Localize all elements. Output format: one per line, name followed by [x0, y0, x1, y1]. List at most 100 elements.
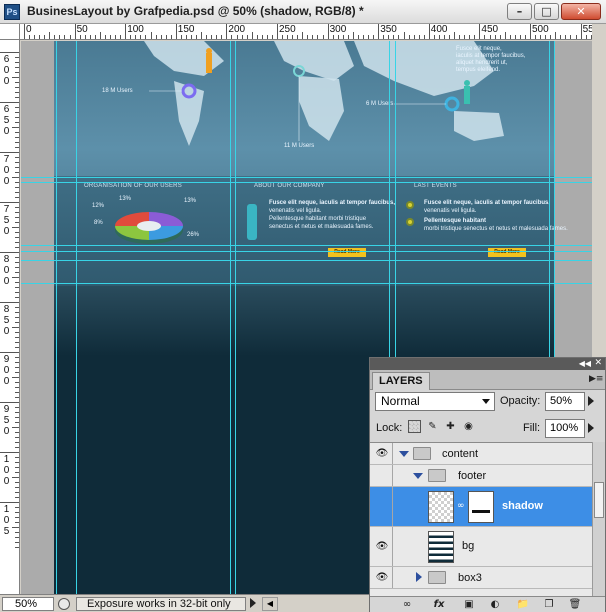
opacity-slider-arrow-icon[interactable]: [588, 396, 594, 406]
lock-label: Lock:: [376, 422, 403, 434]
status-info-icon[interactable]: [58, 598, 70, 610]
ruler-tick-label: 450: [481, 24, 499, 35]
vertical-ruler[interactable]: 6 0 0 6 5 0 7 0 0 7 5 0 8 0 0 8 5 0 9 0 0 9 5 0…: [0, 40, 20, 594]
minimize-button[interactable]: –: [507, 3, 532, 20]
guide-vertical[interactable]: [230, 41, 231, 594]
lock-position-icon[interactable]: ✚: [444, 420, 457, 433]
chart-percent-label: 26%: [187, 232, 200, 238]
ruler-minor-tick: [418, 35, 420, 39]
link-chain-icon[interactable]: ∞: [457, 501, 465, 511]
guide-vertical[interactable]: [235, 41, 236, 594]
ruler-minor-tick: [15, 62, 19, 63]
visibility-column[interactable]: [370, 487, 393, 526]
document-title: BusinesLayout by Grafpedia.psd @ 50% (sh…: [27, 4, 364, 18]
fx-icon[interactable]: fx: [432, 599, 446, 611]
guide-vertical[interactable]: [76, 41, 77, 594]
adjustment-icon[interactable]: ◐: [488, 599, 502, 611]
ruler-minor-tick: [216, 35, 218, 39]
expand-arrow-icon[interactable]: [413, 473, 423, 479]
chevron-down-icon: [482, 399, 490, 404]
ruler-minor-tick: [12, 327, 19, 328]
ruler-minor-tick: [15, 57, 19, 58]
ruler-minor-tick: [34, 35, 36, 39]
ruler-minor-tick: [464, 35, 466, 39]
panel-header-strip[interactable]: ◀◀ ✕: [370, 358, 605, 370]
zoom-field[interactable]: 50%: [2, 597, 54, 611]
blend-mode-select[interactable]: Normal: [375, 392, 495, 411]
ruler-minor-tick: [15, 217, 19, 218]
fill-input[interactable]: 100%: [545, 419, 585, 438]
section-heading: ORGANISATION OF OUR USERS: [84, 183, 182, 189]
trash-icon[interactable]: 🗑: [568, 599, 582, 611]
ruler-minor-tick: [12, 477, 19, 478]
ruler-minor-tick: [15, 172, 19, 173]
mask-icon[interactable]: ▣: [462, 599, 476, 611]
ruler-tick-label: 550: [582, 24, 592, 35]
lock-transparent-pixels-icon[interactable]: [408, 420, 421, 433]
guide-horizontal[interactable]: [21, 283, 592, 284]
new-layer-icon[interactable]: ❐: [542, 599, 556, 611]
ruler-minor-tick: [292, 35, 294, 39]
lock-all-icon[interactable]: ◉: [462, 420, 475, 433]
ruler-minor-tick: [15, 237, 19, 238]
ruler-minor-tick: [15, 462, 19, 463]
ruler-minor-tick: [15, 312, 19, 313]
ruler-minor-tick: [459, 35, 461, 39]
ruler-minor-tick: [15, 397, 19, 398]
eye-icon[interactable]: 👁: [374, 448, 390, 460]
visibility-column[interactable]: [370, 465, 393, 486]
ruler-tick-label: 200: [228, 24, 246, 35]
link-icon[interactable]: ∞: [400, 599, 414, 611]
expand-arrow-icon[interactable]: [399, 451, 409, 457]
read-more-button: Read More: [488, 248, 526, 257]
close-panel-icon[interactable]: ✕: [594, 358, 602, 368]
tab-layers[interactable]: LAYERS: [372, 372, 430, 390]
status-menu-arrow-icon[interactable]: [250, 598, 256, 608]
layer-mask-thumbnail[interactable]: [468, 491, 494, 523]
ruler-minor-tick: [373, 35, 375, 39]
lock-image-pixels-icon[interactable]: ✎: [426, 420, 439, 433]
horizontal-ruler[interactable]: 0 50 100 150 200 250 300 350 400 450 500 550: [20, 24, 592, 40]
scroll-left-button[interactable]: ◀: [262, 597, 278, 611]
maximize-button[interactable]: □: [534, 3, 559, 20]
ruler-minor-tick: [535, 35, 537, 39]
ruler-minor-tick: [540, 35, 542, 39]
opacity-input[interactable]: 50%: [545, 392, 585, 411]
guide-vertical[interactable]: [56, 41, 57, 594]
ruler-tick-label: 300: [329, 24, 347, 35]
close-button[interactable]: ✕: [561, 3, 601, 20]
layer-row[interactable]: 👁 box3: [370, 567, 592, 589]
layer-row[interactable]: 👁 bg: [370, 527, 592, 567]
chart-percent-label: 13%: [184, 198, 197, 204]
guide-horizontal[interactable]: [21, 260, 592, 261]
collapse-panel-icon[interactable]: ◀◀: [579, 359, 591, 368]
ruler-minor-tick: [44, 35, 46, 39]
title-bar[interactable]: Ps BusinesLayout by Grafpedia.psd @ 50% …: [0, 0, 606, 24]
ruler-minor-tick: [469, 35, 471, 39]
ruler-minor-tick: [15, 157, 19, 158]
ruler-minor-tick: [550, 35, 552, 39]
layer-row-selected[interactable]: ∞ shadow: [370, 487, 592, 527]
fill-label: Fill:: [523, 422, 541, 434]
layer-row[interactable]: footer: [370, 465, 592, 487]
ruler-minor-tick: [39, 35, 41, 39]
layers-scrollbar[interactable]: [592, 442, 605, 596]
new-group-icon[interactable]: 📁: [516, 599, 530, 611]
scrollbar-thumb[interactable]: [594, 482, 604, 518]
ruler-origin[interactable]: [0, 24, 20, 40]
guide-horizontal[interactable]: [21, 245, 592, 246]
layer-name: box3: [458, 572, 482, 584]
ruler-minor-tick: [94, 35, 96, 39]
panel-menu-icon[interactable]: ▶≡: [589, 374, 603, 384]
fill-slider-arrow-icon[interactable]: [588, 423, 594, 433]
collapse-arrow-icon[interactable]: [416, 572, 422, 582]
guide-horizontal[interactable]: [21, 251, 592, 252]
ruler-minor-tick: [115, 35, 117, 39]
ruler-tick: [580, 24, 582, 39]
eye-icon[interactable]: 👁: [374, 572, 390, 584]
guide-horizontal[interactable]: [21, 177, 592, 178]
eye-icon[interactable]: 👁: [374, 541, 390, 553]
guide-horizontal[interactable]: [21, 182, 592, 183]
ruler-tick: [0, 452, 19, 453]
layer-row[interactable]: 👁 content: [370, 443, 592, 465]
